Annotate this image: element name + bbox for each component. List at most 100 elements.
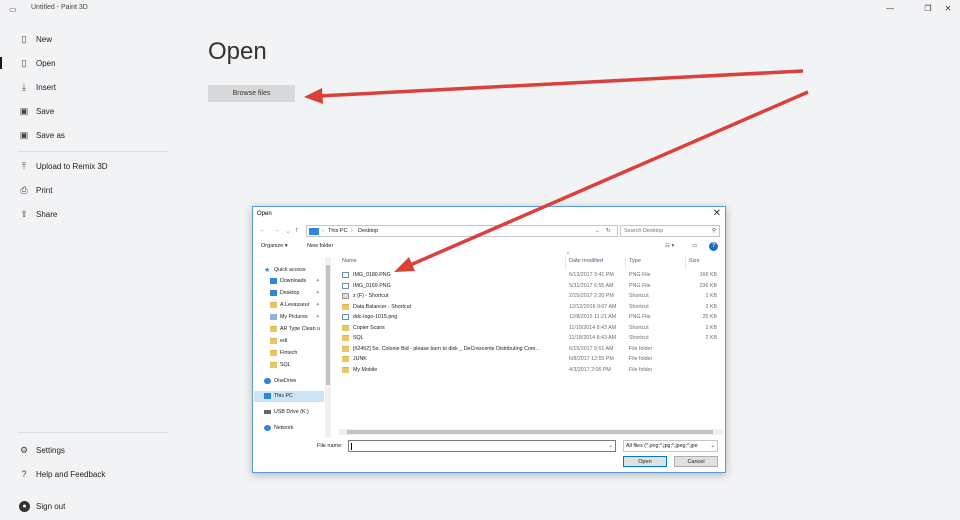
recent-chevron-icon[interactable]: ⌄ [285, 227, 291, 235]
pin-icon: ✦ [315, 278, 320, 284]
nav-item-sql[interactable]: SQL [254, 360, 324, 371]
print-icon: ⎙ [20, 184, 28, 195]
menu-label: Save [36, 106, 55, 116]
nav-label: Network [274, 425, 294, 431]
nav-item-edi[interactable]: edi [254, 336, 324, 347]
menu-item-save[interactable]: ▣ Save [0, 100, 168, 122]
new-folder-button[interactable]: New folder [307, 243, 333, 249]
open-button[interactable]: Open [623, 456, 667, 467]
file-row[interactable]: [#2452] So. Colonie Bid - please burn to… [339, 344, 719, 355]
column-header-date[interactable]: Date modified [569, 258, 603, 264]
file-row[interactable]: IMG_0169.PNG 5/31/2017 6:55 AM PNG File … [339, 281, 719, 292]
file-type: Shortcut [629, 293, 649, 299]
folder-shortcut-icon [342, 335, 349, 341]
file-size: 166 KB [699, 272, 717, 278]
close-button[interactable]: ✕ [938, 2, 958, 16]
nav-item-network[interactable]: Network [254, 423, 324, 434]
breadcrumb-desktop[interactable]: Desktop [358, 228, 378, 234]
file-name: IMG_0180.PNG [353, 272, 391, 278]
file-row[interactable]: JUNK 6/8/2017 12:55 PM File folder [339, 354, 719, 365]
preview-pane-icon[interactable]: ▭ [692, 243, 697, 249]
file-type: PNG File [629, 272, 651, 278]
forward-arrow-icon[interactable]: → [273, 227, 280, 234]
file-name: Data Balancer - Shortcut [353, 303, 411, 310]
minimize-button[interactable]: — [880, 2, 900, 16]
file-type: File folder [629, 366, 653, 373]
column-header-name[interactable]: Name [342, 258, 357, 264]
folder-icon [342, 345, 349, 352]
nav-item-alevasseur[interactable]: A.Levasseur ✦ [254, 300, 324, 311]
nav-item-desktop[interactable]: Desktop ✦ [254, 288, 324, 299]
dropdown-chevron-icon[interactable]: ⌄ [595, 228, 600, 234]
restore-button[interactable]: ❐ [918, 2, 938, 16]
menu-item-print[interactable]: ⎙ Print [0, 179, 168, 201]
cancel-button[interactable]: Cancel [674, 456, 718, 467]
open-file-dialog: Open ✕ ← → ⌄ ↑ › This PC › Desktop ⌄ ↻ S… [252, 206, 726, 473]
file-size: 2 KB [705, 324, 717, 331]
menu-item-insert[interactable]: ⤓ Insert [0, 76, 168, 98]
up-arrow-icon[interactable]: ↑ [295, 227, 299, 234]
dialog-close-icon[interactable]: ✕ [713, 208, 721, 219]
file-name: SQL [353, 335, 364, 341]
shortcut-icon [342, 303, 349, 310]
image-file-icon [342, 314, 349, 320]
help-icon: ? [21, 469, 27, 479]
refresh-icon[interactable]: ↻ [606, 228, 611, 234]
organize-button[interactable]: Organize ▾ [261, 243, 288, 249]
search-input[interactable]: Search Desktop ⚲ [620, 225, 720, 237]
nav-item-quick-access[interactable]: ★ Quick access [254, 265, 324, 276]
scroll-thumb[interactable] [326, 265, 330, 385]
back-arrow-icon[interactable]: ← [259, 227, 266, 234]
menu-item-new[interactable]: ▯ New [0, 28, 168, 50]
browse-files-button[interactable]: Browse files [208, 85, 295, 102]
file-name: [#2452] So. Colonie Bid - please burn to… [353, 345, 540, 352]
help-icon[interactable]: ? [709, 242, 718, 251]
menu-label: Sign out [36, 501, 66, 511]
file-row[interactable]: z (F) - Shortcut 2/15/2017 2:20 PM Short… [339, 291, 719, 302]
nav-item-downloads[interactable]: Downloads ✦ [254, 276, 324, 287]
nav-item-ar-type[interactable]: AR Type Clean u [254, 324, 324, 335]
menu-item-share[interactable]: ⇪ Share [0, 203, 168, 225]
file-type-filter[interactable]: All files (*.png;*.jpg;*.jpeg;*.jpe ⌄ [623, 440, 718, 452]
file-name: JUNK [353, 356, 367, 362]
file-name-label: File name: [317, 443, 343, 449]
menu-item-sign-out[interactable]: ● Sign out [0, 495, 168, 517]
scroll-thumb[interactable] [347, 430, 713, 434]
menu-item-help[interactable]: ? Help and Feedback [0, 463, 168, 485]
title-bar: ▭ Untitled - Paint 3D — ❐ ✕ [0, 0, 960, 18]
nav-item-fintech[interactable]: Fintech [254, 348, 324, 359]
nav-item-my-pictures[interactable]: My Pictures ✦ [254, 312, 324, 323]
file-row[interactable]: IMG_0180.PNG 6/13/2017 3:41 PM PNG File … [339, 270, 719, 281]
file-name: IMG_0169.PNG [353, 282, 391, 289]
menu-item-save-as[interactable]: ▣ Save as [0, 124, 168, 146]
menu-item-settings[interactable]: ⚙ Settings [0, 439, 168, 461]
nav-scrollbar[interactable] [325, 257, 331, 437]
pin-icon: ✦ [315, 314, 320, 320]
column-header-size[interactable]: Size [689, 258, 700, 264]
file-name: ddc-logo-1015.png [353, 314, 398, 320]
nav-label: Downloads [280, 278, 307, 284]
chevron-down-icon[interactable]: ⌄ [608, 442, 613, 449]
file-row[interactable]: SQL 11/18/2014 8:43 AM Shortcut 2 KB [339, 333, 719, 344]
save-icon: ▣ [19, 105, 29, 116]
nav-item-usb-drive[interactable]: USB Drive (K:) [254, 407, 324, 418]
file-date: 4/3/2017 2:06 PM [569, 366, 611, 373]
view-options-icon[interactable]: ☷ ▾ [665, 243, 674, 249]
horizontal-scrollbar[interactable] [339, 429, 723, 435]
column-header-type[interactable]: Type [629, 258, 641, 264]
menu-label: Save as [36, 130, 65, 140]
menu-divider [18, 151, 168, 152]
file-row[interactable]: My Mobile 4/3/2017 2:06 PM File folder [339, 365, 719, 376]
file-row[interactable]: ddc-logo-1015.png 12/8/2015 11:21 AM PNG… [339, 312, 719, 323]
nav-item-this-pc[interactable]: This PC [254, 391, 324, 402]
file-row[interactable]: Data Balancer - Shortcut 12/12/2016 9:07… [339, 302, 719, 313]
file-name-input[interactable]: ⌄ [348, 440, 616, 452]
folder-open-icon: ▯ [21, 57, 27, 68]
menu-item-upload[interactable]: ⤒ Upload to Remix 3D [0, 155, 168, 177]
menu-item-open[interactable]: ▯ Open [0, 52, 168, 74]
address-bar[interactable]: › This PC › Desktop ⌄ ↻ [306, 225, 618, 237]
file-row[interactable]: Copier Scans 11/18/2014 8:43 AM Shortcut… [339, 323, 719, 334]
nav-label: USB Drive (K:) [274, 409, 309, 415]
nav-item-onedrive[interactable]: OneDrive [254, 376, 324, 387]
breadcrumb-this-pc[interactable]: This PC [328, 228, 348, 234]
